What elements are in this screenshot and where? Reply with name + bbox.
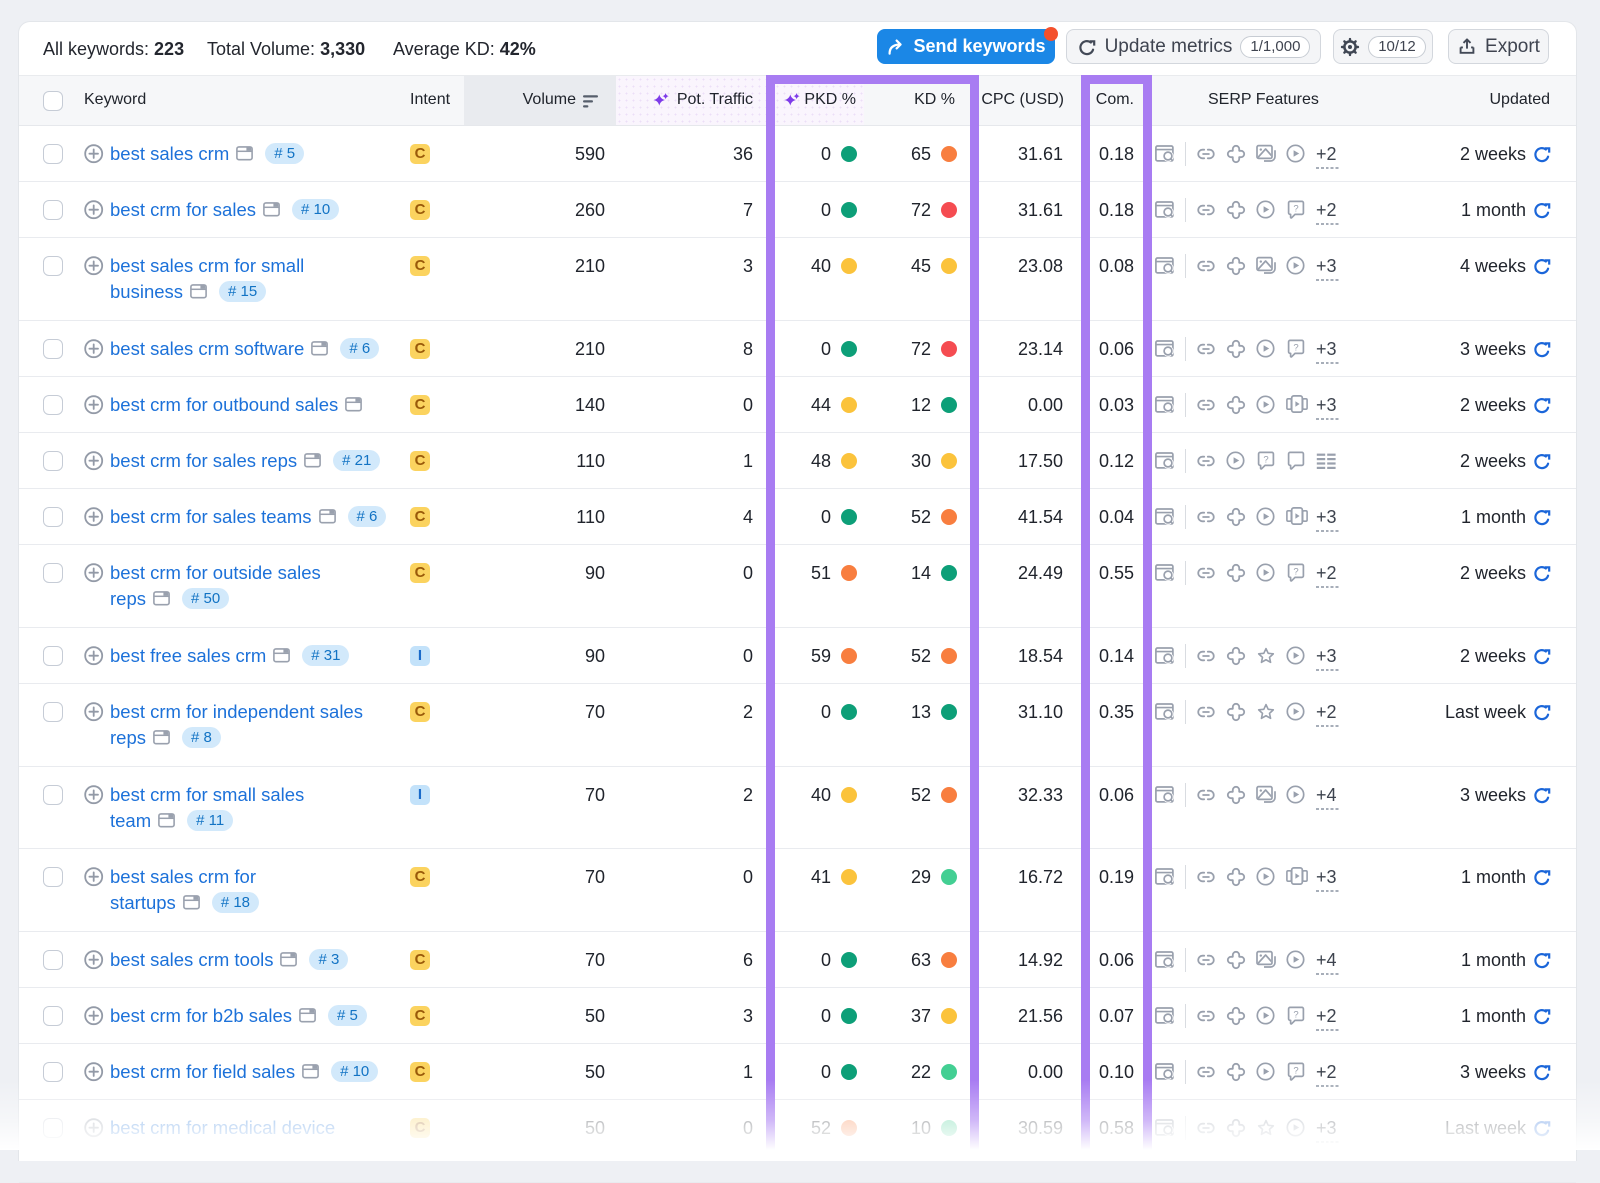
svg-text:?: ? [1263, 455, 1268, 466]
svg-text:?: ? [1293, 567, 1298, 578]
svg-text:?: ? [1293, 204, 1298, 215]
svg-text:?: ? [1293, 1066, 1298, 1077]
svg-text:?: ? [1293, 343, 1298, 354]
svg-text:?: ? [1293, 1010, 1298, 1021]
